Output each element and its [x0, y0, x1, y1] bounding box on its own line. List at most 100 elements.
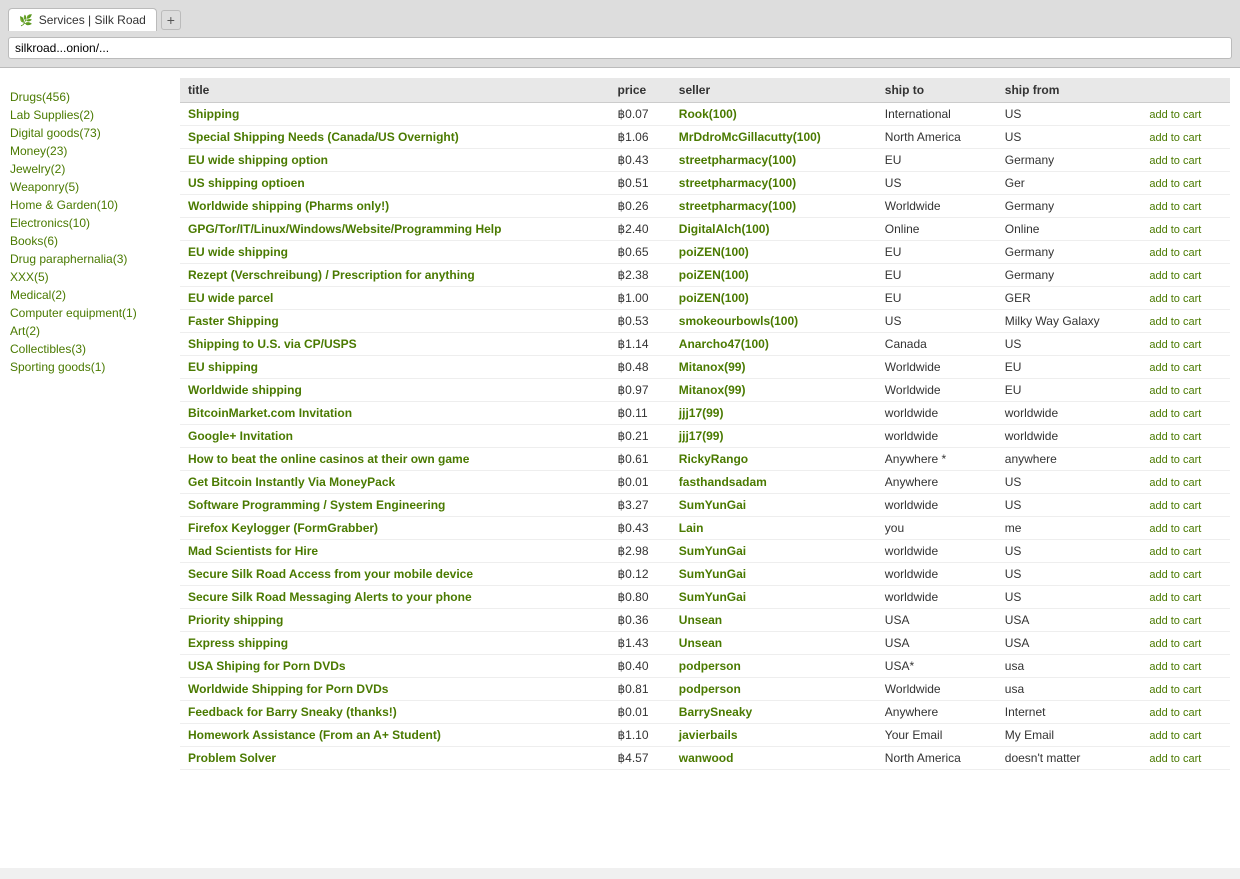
item-title-link[interactable]: Shipping [188, 107, 239, 121]
seller-link[interactable]: Unsean [679, 636, 722, 650]
item-title-link[interactable]: GPG/Tor/IT/Linux/Windows/Website/Program… [188, 222, 501, 236]
sidebar-item-sporting-goods[interactable]: Sporting goods(1) [10, 358, 170, 376]
add-to-cart-button[interactable]: add to cart [1149, 638, 1201, 650]
seller-link[interactable]: Mitanox(99) [679, 383, 746, 397]
seller-link[interactable]: javierbails [679, 728, 738, 742]
seller-link[interactable]: SumYunGai [679, 544, 746, 558]
seller-link[interactable]: jjj17(99) [679, 429, 724, 443]
item-title-link[interactable]: EU wide shipping [188, 245, 288, 259]
item-title-link[interactable]: Problem Solver [188, 751, 276, 765]
seller-link[interactable]: BarrySneaky [679, 705, 752, 719]
item-title-link[interactable]: Secure Silk Road Messaging Alerts to you… [188, 590, 472, 604]
seller-link[interactable]: podperson [679, 682, 741, 696]
add-to-cart-button[interactable]: add to cart [1149, 477, 1201, 489]
add-to-cart-button[interactable]: add to cart [1149, 201, 1201, 213]
seller-link[interactable]: SumYunGai [679, 567, 746, 581]
add-to-cart-button[interactable]: add to cart [1149, 247, 1201, 259]
item-title-link[interactable]: BitcoinMarket.com Invitation [188, 406, 352, 420]
add-to-cart-button[interactable]: add to cart [1149, 155, 1201, 167]
sidebar-item-drug-paraphernalia[interactable]: Drug paraphernalia(3) [10, 250, 170, 268]
item-title-link[interactable]: How to beat the online casinos at their … [188, 452, 469, 466]
sidebar-item-money[interactable]: Money(23) [10, 142, 170, 160]
seller-link[interactable]: MrDdroMcGillacutty(100) [679, 130, 821, 144]
item-title-link[interactable]: Special Shipping Needs (Canada/US Overni… [188, 130, 459, 144]
add-to-cart-button[interactable]: add to cart [1149, 316, 1201, 328]
add-to-cart-button[interactable]: add to cart [1149, 684, 1201, 696]
seller-link[interactable]: Anarcho47(100) [679, 337, 769, 351]
seller-link[interactable]: poiZEN(100) [679, 291, 749, 305]
sidebar-item-xxx[interactable]: XXX(5) [10, 268, 170, 286]
add-to-cart-button[interactable]: add to cart [1149, 362, 1201, 374]
item-title-link[interactable]: Firefox Keylogger (FormGrabber) [188, 521, 378, 535]
seller-link[interactable]: wanwood [679, 751, 734, 765]
item-title-link[interactable]: Express shipping [188, 636, 288, 650]
add-to-cart-button[interactable]: add to cart [1149, 707, 1201, 719]
item-title-link[interactable]: EU wide parcel [188, 291, 273, 305]
seller-link[interactable]: smokeourbowls(100) [679, 314, 798, 328]
sidebar-item-computer-equipment[interactable]: Computer equipment(1) [10, 304, 170, 322]
seller-link[interactable]: Unsean [679, 613, 722, 627]
item-title-link[interactable]: EU wide shipping option [188, 153, 328, 167]
add-to-cart-button[interactable]: add to cart [1149, 408, 1201, 420]
seller-link[interactable]: RickyRango [679, 452, 748, 466]
sidebar-item-drugs[interactable]: Drugs(456) [10, 88, 170, 106]
sidebar-item-books[interactable]: Books(6) [10, 232, 170, 250]
add-to-cart-button[interactable]: add to cart [1149, 385, 1201, 397]
add-to-cart-button[interactable]: add to cart [1149, 431, 1201, 443]
add-to-cart-button[interactable]: add to cart [1149, 661, 1201, 673]
seller-link[interactable]: Lain [679, 521, 704, 535]
sidebar-item-medical[interactable]: Medical(2) [10, 286, 170, 304]
sidebar-item-home-garden[interactable]: Home & Garden(10) [10, 196, 170, 214]
item-title-link[interactable]: Get Bitcoin Instantly Via MoneyPack [188, 475, 395, 489]
sidebar-item-art[interactable]: Art(2) [10, 322, 170, 340]
add-to-cart-button[interactable]: add to cart [1149, 224, 1201, 236]
seller-link[interactable]: streetpharmacy(100) [679, 176, 796, 190]
item-title-link[interactable]: EU shipping [188, 360, 258, 374]
address-bar[interactable] [8, 37, 1232, 59]
add-to-cart-button[interactable]: add to cart [1149, 293, 1201, 305]
add-to-cart-button[interactable]: add to cart [1149, 753, 1201, 765]
seller-link[interactable]: SumYunGai [679, 590, 746, 604]
sidebar-item-collectibles[interactable]: Collectibles(3) [10, 340, 170, 358]
add-to-cart-button[interactable]: add to cart [1149, 270, 1201, 282]
add-to-cart-button[interactable]: add to cart [1149, 132, 1201, 144]
item-title-link[interactable]: Rezept (Verschreibung) / Prescription fo… [188, 268, 475, 282]
item-title-link[interactable]: Worldwide shipping (Pharms only!) [188, 199, 389, 213]
add-to-cart-button[interactable]: add to cart [1149, 523, 1201, 535]
item-title-link[interactable]: Priority shipping [188, 613, 283, 627]
seller-link[interactable]: SumYunGai [679, 498, 746, 512]
sidebar-item-electronics[interactable]: Electronics(10) [10, 214, 170, 232]
item-title-link[interactable]: Google+ Invitation [188, 429, 293, 443]
seller-link[interactable]: DigitalAlch(100) [679, 222, 770, 236]
active-tab[interactable]: 🌿 Services | Silk Road [8, 8, 157, 31]
item-title-link[interactable]: Software Programming / System Engineerin… [188, 498, 445, 512]
add-to-cart-button[interactable]: add to cart [1149, 109, 1201, 121]
sidebar-item-digital-goods[interactable]: Digital goods(73) [10, 124, 170, 142]
seller-link[interactable]: Rook(100) [679, 107, 737, 121]
add-to-cart-button[interactable]: add to cart [1149, 500, 1201, 512]
add-to-cart-button[interactable]: add to cart [1149, 569, 1201, 581]
item-title-link[interactable]: Faster Shipping [188, 314, 279, 328]
seller-link[interactable]: poiZEN(100) [679, 268, 749, 282]
seller-link[interactable]: Mitanox(99) [679, 360, 746, 374]
add-to-cart-button[interactable]: add to cart [1149, 615, 1201, 627]
item-title-link[interactable]: Mad Scientists for Hire [188, 544, 318, 558]
add-to-cart-button[interactable]: add to cart [1149, 592, 1201, 604]
seller-link[interactable]: fasthandsadam [679, 475, 767, 489]
add-to-cart-button[interactable]: add to cart [1149, 730, 1201, 742]
sidebar-item-lab-supplies[interactable]: Lab Supplies(2) [10, 106, 170, 124]
item-title-link[interactable]: Feedback for Barry Sneaky (thanks!) [188, 705, 397, 719]
item-title-link[interactable]: Homework Assistance (From an A+ Student) [188, 728, 441, 742]
add-to-cart-button[interactable]: add to cart [1149, 546, 1201, 558]
seller-link[interactable]: streetpharmacy(100) [679, 199, 796, 213]
seller-link[interactable]: streetpharmacy(100) [679, 153, 796, 167]
sidebar-item-jewelry[interactable]: Jewelry(2) [10, 160, 170, 178]
new-tab-button[interactable]: + [161, 10, 181, 30]
add-to-cart-button[interactable]: add to cart [1149, 178, 1201, 190]
sidebar-item-weaponry[interactable]: Weaponry(5) [10, 178, 170, 196]
seller-link[interactable]: podperson [679, 659, 741, 673]
item-title-link[interactable]: Shipping to U.S. via CP/USPS [188, 337, 357, 351]
item-title-link[interactable]: Worldwide Shipping for Porn DVDs [188, 682, 388, 696]
seller-link[interactable]: poiZEN(100) [679, 245, 749, 259]
add-to-cart-button[interactable]: add to cart [1149, 339, 1201, 351]
